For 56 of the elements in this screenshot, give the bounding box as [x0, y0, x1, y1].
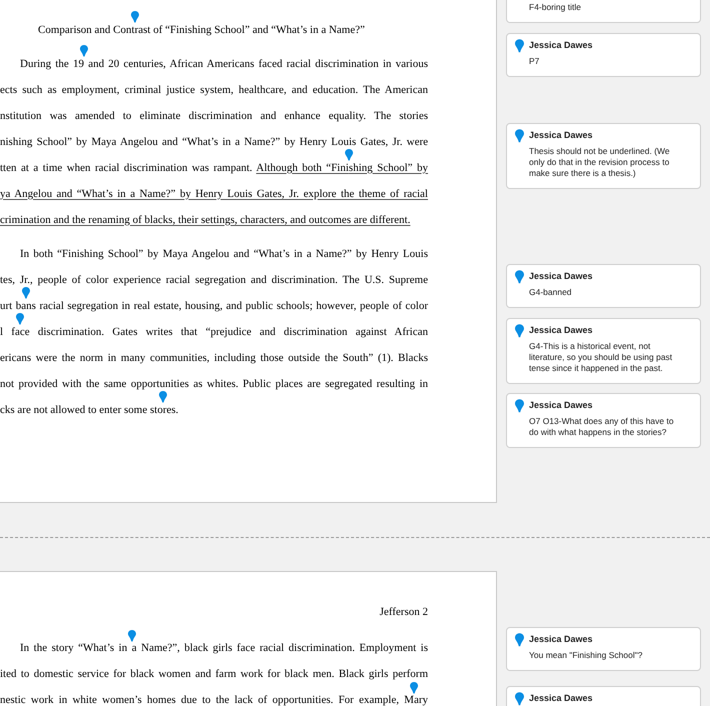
comment-author: Jessica Dawes: [529, 399, 594, 411]
comment-pin-icon[interactable]: [128, 630, 136, 642]
text-line: crimination and the renaming of blacks, their settings, characters, and outcomes are different.: [0, 214, 412, 226]
text-line: urt bans racial segregation in real estate, housing, and public schools; however, people of color: [0, 300, 428, 312]
comment-card[interactable]: Jessica Dawes P7: [506, 33, 701, 77]
comment-pin-icon[interactable]: [515, 39, 524, 53]
comment-pin-icon[interactable]: [22, 286, 30, 298]
comment-pin-icon[interactable]: [515, 692, 524, 706]
text-line: In the story “What’s in a Name?”, black girls face racial discrimination. Employment is: [19, 642, 428, 654]
comment-author: Jessica Dawes: [529, 633, 594, 645]
text-line: l face discrimination. Gates writes that “prejudice and discrimination against African: [0, 326, 428, 338]
text-line: During the 19 and 20 centuries, African Americans faced racial discrimination in various: [19, 58, 428, 70]
comment-card[interactable]: Jessica Dawes G4-banned: [506, 264, 701, 308]
comment-pin-icon[interactable]: [16, 312, 24, 324]
text-line: tten at a time when racial discrimination was rampant. Although both “Finishing School” by: [0, 162, 428, 174]
page-header: Jefferson 2: [378, 606, 428, 618]
text-line: nishing School” by Maya Angelou and “What’s in a Name?” by Henry Louis Gates, Jr. were: [0, 136, 428, 148]
comment-card[interactable]: Jessica Dawes You mean "Finishing School"?: [506, 627, 701, 671]
comment-text: P7: [529, 56, 540, 67]
comment-card[interactable]: Jessica Dawes: [506, 686, 701, 706]
comment-card[interactable]: Jessica Dawes Thesis should not be underlined. (We only do that in the revision process to make sure there is a thesis.): [506, 123, 701, 189]
comment-pin-icon[interactable]: [515, 399, 524, 413]
text-line: cks are not allowed to enter some stores.: [0, 404, 180, 416]
comment-text: You mean "Finishing School"?: [529, 650, 644, 661]
comment-pin-icon[interactable]: [130, 10, 139, 22]
comment-pin-icon[interactable]: [80, 44, 88, 56]
text-line: In both “Finishing School” by Maya Angelou and “What’s in a Name?” by Henry Louis: [19, 248, 428, 260]
text-line: nstitution was amended to eliminate discrimination and enhance equality. The stories: [0, 110, 428, 122]
text-line: ects such as employment, criminal justice system, healthcare, and education. The American: [0, 84, 428, 96]
text-line: ya Angelou and “What’s in a Name?” by Henry Louis Gates, Jr. explore the theme of racial: [0, 188, 428, 200]
comment-author: Jessica Dawes: [529, 324, 594, 336]
text-line: nestic work in white women’s homes due to the lack of opportunities. For example, Mary: [0, 694, 428, 706]
comment-author: Jessica Dawes: [529, 39, 594, 51]
text-line: not provided with the same opportunities as whites. Public places are segregated resulting in: [0, 378, 428, 390]
comment-card[interactable]: F4-boring title: [506, 0, 701, 23]
comment-card[interactable]: Jessica Dawes O7 O13-What does any of this have to do with what happens in the stories?: [506, 393, 701, 448]
document-title: Comparison and Contrast of “Finishing School” and “What’s in a Name?”: [37, 24, 366, 36]
comment-pin-icon[interactable]: [515, 324, 524, 338]
comment-author: Jessica Dawes: [529, 692, 593, 704]
comment-text: O7 O13-What does any of this have to do with what happens in the stories?: [529, 416, 675, 438]
comment-text: G4-This is a historical event, not literature, so you should be using past tense since it happened in the past.: [529, 341, 674, 374]
comment-author: Jessica Dawes: [529, 270, 594, 282]
comment-pin-icon[interactable]: [158, 390, 167, 402]
comment-text: F4-boring title: [529, 2, 582, 13]
comment-card[interactable]: Jessica Dawes G4-This is a historical event, not literature, so you should be using past tense since it happened in the past.: [506, 318, 701, 384]
comment-text: G4-banned: [529, 287, 573, 298]
comment-pin-icon[interactable]: [515, 129, 524, 143]
comment-text: Thesis should not be underlined. (We only do that in the revision process to make sure there is a thesis.): [529, 146, 671, 179]
text-line: ericans were the norm in many communities, including those outside the South” (1). Blacks: [0, 352, 428, 364]
comment-pin-icon[interactable]: [515, 270, 524, 284]
comment-pin-icon[interactable]: [344, 148, 353, 160]
comment-pin-icon[interactable]: [515, 633, 524, 647]
text-line: tes, Jr., people of color experience racial segregation and discrimination. The U.S. Supreme: [0, 274, 428, 286]
text-line: ited to domestic service for black women and farm work for black men. Black girls perform: [0, 668, 428, 680]
comment-author: Jessica Dawes: [529, 129, 594, 141]
comment-pin-icon[interactable]: [410, 682, 418, 694]
